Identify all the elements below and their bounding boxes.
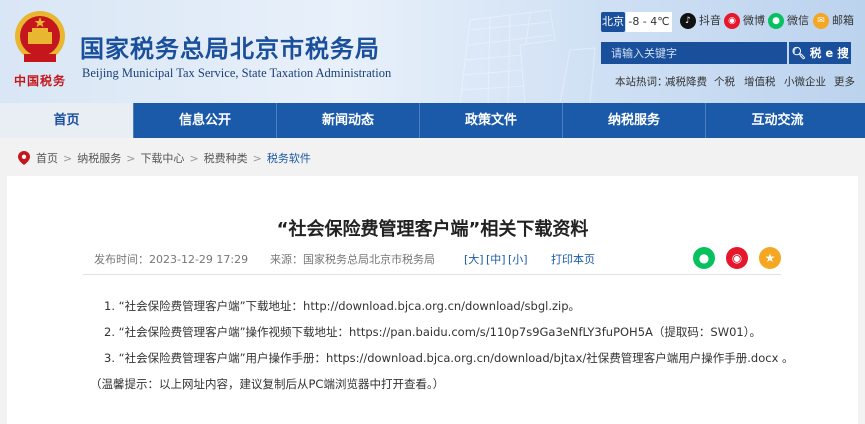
national-emblem-icon bbox=[15, 11, 65, 62]
article-title: “社会保险费管理客户端”相关下载资料 bbox=[276, 219, 589, 240]
weather-city: 北京 bbox=[601, 12, 625, 32]
social-wechat-link[interactable]: ● 微信 bbox=[768, 12, 809, 30]
share-weibo-icon[interactable]: ◉ bbox=[726, 247, 748, 269]
search-button-label: 税 e 搜 bbox=[809, 46, 849, 60]
breadcrumb-item[interactable]: 首页 bbox=[36, 150, 58, 166]
social-weibo-link[interactable]: ◉ 微博 bbox=[724, 12, 765, 30]
breadcrumb-separator: > bbox=[126, 151, 136, 165]
emblem-caption: 中国税务 bbox=[14, 74, 67, 88]
wechat-icon: ● bbox=[768, 13, 784, 29]
douyin-icon: ♪ bbox=[680, 13, 696, 29]
download-item[interactable]: 1. “社会保险费管理客户端”下载地址：http://download.bjca… bbox=[104, 298, 580, 314]
breadcrumb-separator: > bbox=[189, 151, 199, 165]
cctv-building-graphic bbox=[459, 9, 596, 103]
share-wechat-icon[interactable]: ● bbox=[693, 247, 715, 269]
location-pin-icon bbox=[18, 151, 30, 165]
mail-icon: ✉ bbox=[813, 13, 829, 29]
nav-interaction[interactable]: 互动交流 bbox=[706, 103, 849, 138]
search-icon: 🔍︎ bbox=[791, 46, 806, 60]
nav-info-disclosure[interactable]: 信息公开 bbox=[134, 103, 277, 138]
site-header: 中国税务 国家税务总局北京市税务局 Beijing Municipal Tax … bbox=[0, 0, 865, 103]
breadcrumb-item[interactable]: 下载中心 bbox=[140, 150, 184, 166]
breadcrumb-separator: > bbox=[63, 151, 73, 165]
font-size-medium-link[interactable]: [中] bbox=[486, 251, 506, 267]
hot-word-link[interactable]: 减税降费 bbox=[665, 74, 707, 89]
download-item[interactable]: 2. “社会保险费管理客户端”操作视频下载地址：https://pan.baid… bbox=[104, 324, 761, 340]
nav-policy[interactable]: 政策文件 bbox=[420, 103, 563, 138]
warm-tip: （温馨提示：以上网址内容，建议复制后从PC端浏览器中打开查看。） bbox=[90, 377, 445, 391]
social-label: 微博 bbox=[743, 14, 765, 27]
font-size-small-link[interactable]: [小] bbox=[508, 251, 528, 267]
social-label: 抖音 bbox=[699, 14, 721, 27]
print-link[interactable]: 打印本页 bbox=[551, 251, 595, 267]
weather-temp: -8 - 4℃ bbox=[626, 12, 672, 32]
social-mail-link[interactable]: ✉ 邮箱 bbox=[813, 12, 854, 30]
publish-date: 发布时间：2023-12-29 17:29 bbox=[94, 253, 249, 266]
site-title[interactable]: 国家税务总局北京市税务局 bbox=[80, 29, 380, 64]
breadcrumb-item[interactable]: 税费种类 bbox=[204, 150, 248, 166]
breadcrumb-current[interactable]: 税务软件 bbox=[267, 150, 311, 166]
breadcrumb-item[interactable]: 纳税服务 bbox=[77, 150, 121, 166]
social-douyin-link[interactable]: ♪ 抖音 bbox=[680, 12, 721, 30]
breadcrumb: 首页 > 纳税服务 > 下载中心 > 税费种类 > 税务软件 bbox=[18, 150, 311, 166]
nav-home[interactable]: 首页 bbox=[0, 103, 134, 138]
download-item[interactable]: 3. “社会保险费管理客户端”用户操作手册：https://download.b… bbox=[104, 350, 794, 366]
hot-word-link[interactable]: 小微企业 bbox=[784, 74, 826, 89]
social-label: 邮箱 bbox=[832, 14, 854, 27]
meta-divider bbox=[83, 274, 781, 275]
breadcrumb-separator: > bbox=[252, 151, 262, 165]
hot-word-more-link[interactable]: 更多 bbox=[834, 74, 855, 89]
weibo-icon: ◉ bbox=[724, 13, 740, 29]
main-nav: 首页 信息公开 新闻动态 政策文件 纳税服务 互动交流 bbox=[0, 103, 865, 138]
hot-word-link[interactable]: 增值税 bbox=[744, 74, 776, 89]
search-input[interactable] bbox=[601, 42, 787, 64]
social-label: 微信 bbox=[787, 14, 809, 27]
hot-word-link[interactable]: 个税 bbox=[714, 74, 735, 89]
hot-words-label: 本站热词： bbox=[615, 76, 668, 88]
nav-tax-service[interactable]: 纳税服务 bbox=[563, 103, 706, 138]
favorite-star-icon[interactable]: ★ bbox=[759, 247, 781, 269]
font-size-large-link[interactable]: [大] bbox=[464, 251, 484, 267]
search-button[interactable]: 🔍︎ 税 e 搜 bbox=[789, 42, 851, 64]
article-source: 来源：国家税务总局北京市税务局 bbox=[270, 253, 435, 266]
site-subtitle: Beijing Municipal Tax Service, State Tax… bbox=[82, 66, 392, 80]
nav-news[interactable]: 新闻动态 bbox=[277, 103, 420, 138]
